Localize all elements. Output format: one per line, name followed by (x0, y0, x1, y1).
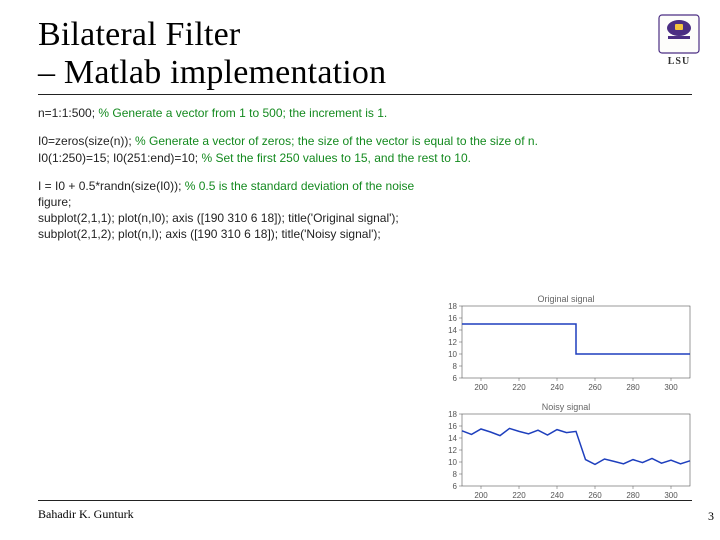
chart-original: Original signal 681012141618200220240260… (436, 294, 696, 394)
code-text: n=1:1:500; (38, 106, 98, 120)
svg-text:300: 300 (664, 383, 678, 392)
charts-container: Original signal 681012141618200220240260… (436, 294, 698, 510)
code-text: I = I0 + 0.5*randn(size(I0)); (38, 179, 185, 193)
title-block: Bilateral Filter – Matlab implementation (38, 16, 692, 95)
svg-text:240: 240 (550, 383, 564, 392)
chart-svg-original: 681012141618200220240260280300 (436, 294, 696, 394)
logo-text: LSU (658, 56, 700, 67)
svg-text:12: 12 (448, 338, 457, 347)
chart-title: Original signal (436, 294, 696, 304)
svg-text:12: 12 (448, 446, 457, 455)
svg-text:6: 6 (453, 374, 458, 383)
slide-title: Bilateral Filter – Matlab implementation (38, 16, 692, 92)
page-number: 3 (708, 509, 714, 524)
svg-text:220: 220 (512, 491, 526, 500)
code-text: subplot(2,1,1); plot(n,I0); axis ([190 3… (38, 211, 399, 225)
svg-text:260: 260 (588, 383, 602, 392)
svg-text:14: 14 (448, 434, 457, 443)
code-block-1: n=1:1:500; % Generate a vector from 1 to… (38, 105, 692, 121)
code-block-2: I0=zeros(size(n)); % Generate a vector o… (38, 133, 692, 165)
svg-text:300: 300 (664, 491, 678, 500)
svg-text:14: 14 (448, 326, 457, 335)
chart-noisy: Noisy signal 681012141618200220240260280… (436, 402, 696, 502)
chart-svg-noisy: 681012141618200220240260280300 (436, 402, 696, 502)
svg-text:8: 8 (453, 362, 458, 371)
svg-text:6: 6 (453, 482, 458, 491)
code-text: figure; (38, 195, 71, 209)
code-comment: % 0.5 is the standard deviation of the n… (185, 179, 414, 193)
svg-text:260: 260 (588, 491, 602, 500)
svg-text:16: 16 (448, 314, 457, 323)
title-line-2: – Matlab implementation (38, 54, 386, 91)
code-listing: n=1:1:500; % Generate a vector from 1 to… (38, 105, 692, 242)
svg-text:220: 220 (512, 383, 526, 392)
lsu-logo: LSU (658, 14, 700, 67)
svg-text:16: 16 (448, 422, 457, 431)
lsu-crest-icon (658, 14, 700, 54)
svg-text:240: 240 (550, 491, 564, 500)
code-comment: % Set the first 250 values to 15, and th… (201, 151, 471, 165)
svg-text:280: 280 (626, 383, 640, 392)
svg-text:10: 10 (448, 350, 457, 359)
title-line-1: Bilateral Filter (38, 16, 240, 53)
code-comment: % Generate a vector from 1 to 500; the i… (98, 106, 387, 120)
code-block-3: I = I0 + 0.5*randn(size(I0)); % 0.5 is t… (38, 178, 692, 243)
svg-text:280: 280 (626, 491, 640, 500)
svg-text:10: 10 (448, 458, 457, 467)
slide: LSU Bilateral Filter – Matlab implementa… (0, 0, 720, 540)
svg-text:8: 8 (453, 470, 458, 479)
code-text: subplot(2,1,2); plot(n,I); axis ([190 31… (38, 227, 381, 241)
svg-text:200: 200 (474, 383, 488, 392)
code-comment: % Generate a vector of zeros; the size o… (135, 134, 538, 148)
chart-title: Noisy signal (436, 402, 696, 412)
code-text: I0(1:250)=15; I0(251:end)=10; (38, 151, 201, 165)
code-text: I0=zeros(size(n)); (38, 134, 135, 148)
footer-author: Bahadir K. Gunturk (38, 507, 134, 521)
footer: Bahadir K. Gunturk (38, 500, 692, 522)
svg-text:200: 200 (474, 491, 488, 500)
